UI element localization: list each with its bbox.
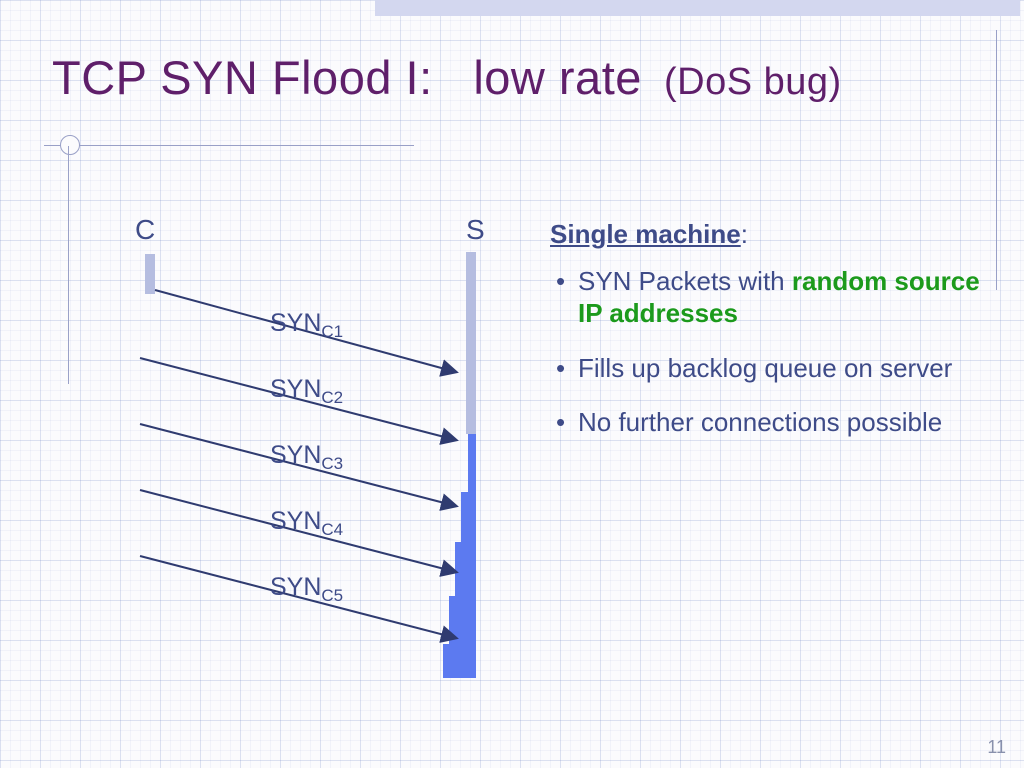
page-number: 11 [987, 737, 1006, 758]
slide: TCP SYN Flood I: low rate (DoS bug) C S [0, 0, 1024, 768]
syn-label-3: SYNC3 [270, 441, 343, 474]
right-rule [996, 30, 997, 290]
title-main: TCP SYN Flood I: low rate [52, 51, 642, 104]
syn-label-2: SYNC2 [270, 375, 343, 408]
ornament-circle-icon [60, 135, 80, 155]
ornament-vertical [68, 146, 69, 384]
info-panel: Single machine: SYN Packets with random … [550, 218, 980, 461]
syn-label-4: SYNC4 [270, 507, 343, 540]
bullet-1: SYN Packets with random source IP addres… [574, 265, 980, 330]
bullet-3: No further connections possible [574, 406, 980, 439]
ornament-line [44, 145, 414, 148]
bullet-2: Fills up backlog queue on server [574, 352, 980, 385]
slide-title: TCP SYN Flood I: low rate (DoS bug) [52, 50, 984, 105]
top-strip [375, 0, 1020, 16]
syn-label-5: SYNC5 [270, 573, 343, 606]
panel-heading: Single machine: [550, 218, 980, 251]
client-label: C [135, 214, 155, 246]
server-label: S [466, 214, 485, 246]
title-sub: (DoS bug) [642, 61, 842, 103]
syn-label-1: SYNC1 [270, 309, 343, 342]
